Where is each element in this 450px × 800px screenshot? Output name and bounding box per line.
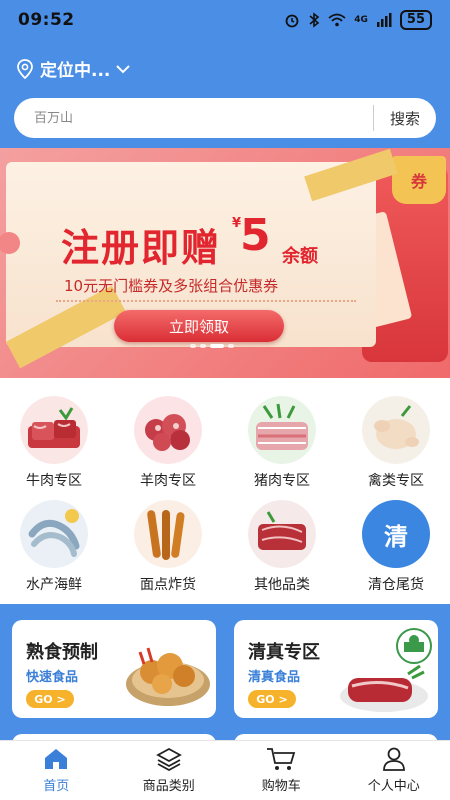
category-seafood[interactable]: 水产海鲜 — [9, 500, 99, 594]
go-button[interactable]: GO > — [248, 690, 296, 708]
category-label: 猪肉专区 — [254, 473, 310, 489]
tab-label: 商品类别 — [142, 779, 195, 794]
alarm-icon — [285, 14, 299, 28]
promo-subtitle: 快速食品 — [26, 670, 79, 685]
bluetooth-icon — [309, 12, 320, 28]
category-label: 禽类专区 — [368, 473, 424, 489]
layers-icon — [155, 747, 182, 771]
category-lamb[interactable]: 羊肉专区 — [123, 396, 213, 490]
promo-card-halal[interactable]: 清真专区 清真食品 GO > — [234, 620, 438, 718]
banner-amount: 5 — [240, 210, 271, 261]
category-label: 羊肉专区 — [140, 473, 196, 489]
promo-section: 熟食预制 快速食品 GO > 清真专区 清真食品 GO > — [0, 604, 450, 748]
promo-title: 熟食预制 — [26, 642, 98, 663]
other-image — [248, 500, 316, 568]
signal-icon — [376, 13, 392, 27]
go-button[interactable]: GO > — [26, 690, 74, 708]
pager-dot-active — [210, 344, 224, 348]
ribbon-decoration — [5, 285, 127, 369]
status-bar: 09:52 4G 55 — [0, 0, 450, 40]
coupon-tag: 券 — [392, 156, 446, 204]
category-label: 牛肉专区 — [26, 473, 82, 489]
lamb-image — [134, 396, 202, 464]
promo-card-cooked[interactable]: 熟食预制 快速食品 GO > — [12, 620, 216, 718]
bottom-tab-bar: 首页 商品类别 购物车 个人中心 — [0, 740, 450, 800]
network-type: 4G — [354, 15, 368, 25]
seafood-image — [20, 500, 88, 568]
banner-subtitle: 10元无门槛券及多张组合优惠券 — [64, 277, 279, 295]
category-other[interactable]: 其他品类 — [237, 500, 327, 594]
tab-label: 首页 — [43, 779, 70, 794]
steak-image — [340, 664, 428, 712]
category-label: 水产海鲜 — [26, 577, 82, 593]
chevron-down-icon — [116, 64, 131, 73]
header: 定位中... 搜索 — [0, 40, 450, 148]
banner-title: 注册即赠 — [61, 226, 222, 270]
search-button[interactable]: 搜索 — [374, 98, 436, 138]
wifi-icon — [328, 13, 346, 27]
banner-pager — [190, 344, 234, 348]
poultry-image — [362, 396, 430, 464]
category-label: 面点炸货 — [140, 577, 196, 593]
tab-label: 个人中心 — [367, 779, 420, 794]
promo-subtitle: 清真食品 — [248, 670, 301, 685]
home-icon — [45, 749, 68, 769]
status-icons: 4G 55 — [284, 10, 432, 30]
ticket-notch — [0, 232, 20, 254]
location-text: 定位中... — [40, 61, 111, 81]
category-pork[interactable]: 猪肉专区 — [237, 396, 327, 490]
promo-title: 清真专区 — [248, 642, 320, 663]
pager-dot — [200, 344, 206, 348]
tab-home[interactable]: 首页 — [0, 741, 113, 800]
battery-level: 55 — [399, 10, 432, 30]
tab-profile[interactable]: 个人中心 — [338, 741, 450, 800]
tab-label: 购物车 — [261, 779, 301, 794]
search-input[interactable] — [14, 110, 373, 126]
banner-divider — [56, 300, 356, 302]
promo-banner[interactable]: 优惠 券 注册即赠 ¥ 5 余额 10元无门槛券及多张组合优惠券 立即领取 — [0, 148, 450, 378]
banner-ticket: 注册即赠 ¥ 5 余额 10元无门槛券及多张组合优惠券 立即领取 — [0, 148, 398, 369]
clearance-icon: 清 — [362, 500, 430, 568]
pager-dot — [190, 344, 196, 348]
category-grid: 牛肉专区 羊肉专区 猪肉专区 禽类专区 水产海鲜 面点炸货 其他品类 清 清仓尾… — [0, 378, 450, 604]
tab-categories[interactable]: 商品类别 — [113, 741, 226, 800]
category-fried-food[interactable]: 面点炸货 — [123, 500, 213, 594]
banner-amount-suffix: 余额 — [282, 246, 318, 267]
beef-image — [20, 396, 88, 464]
user-icon — [382, 747, 405, 771]
location-pin-icon — [17, 58, 33, 79]
category-poultry[interactable]: 禽类专区 — [351, 396, 441, 490]
category-beef[interactable]: 牛肉专区 — [9, 396, 99, 490]
tab-cart[interactable]: 购物车 — [225, 741, 338, 800]
category-label: 清仓尾货 — [368, 577, 424, 593]
cart-icon — [267, 748, 296, 770]
pork-image — [248, 396, 316, 464]
search-bar: 搜索 — [14, 98, 436, 138]
status-time: 09:52 — [18, 10, 75, 30]
pager-dot — [228, 344, 234, 348]
category-label: 其他品类 — [254, 577, 310, 593]
category-clearance[interactable]: 清 清仓尾货 — [351, 500, 441, 594]
claim-button[interactable]: 立即领取 — [114, 310, 284, 342]
fried-food-image — [134, 500, 202, 568]
fried-chicken-image — [126, 647, 210, 706]
location-selector[interactable]: 定位中... — [16, 56, 131, 81]
